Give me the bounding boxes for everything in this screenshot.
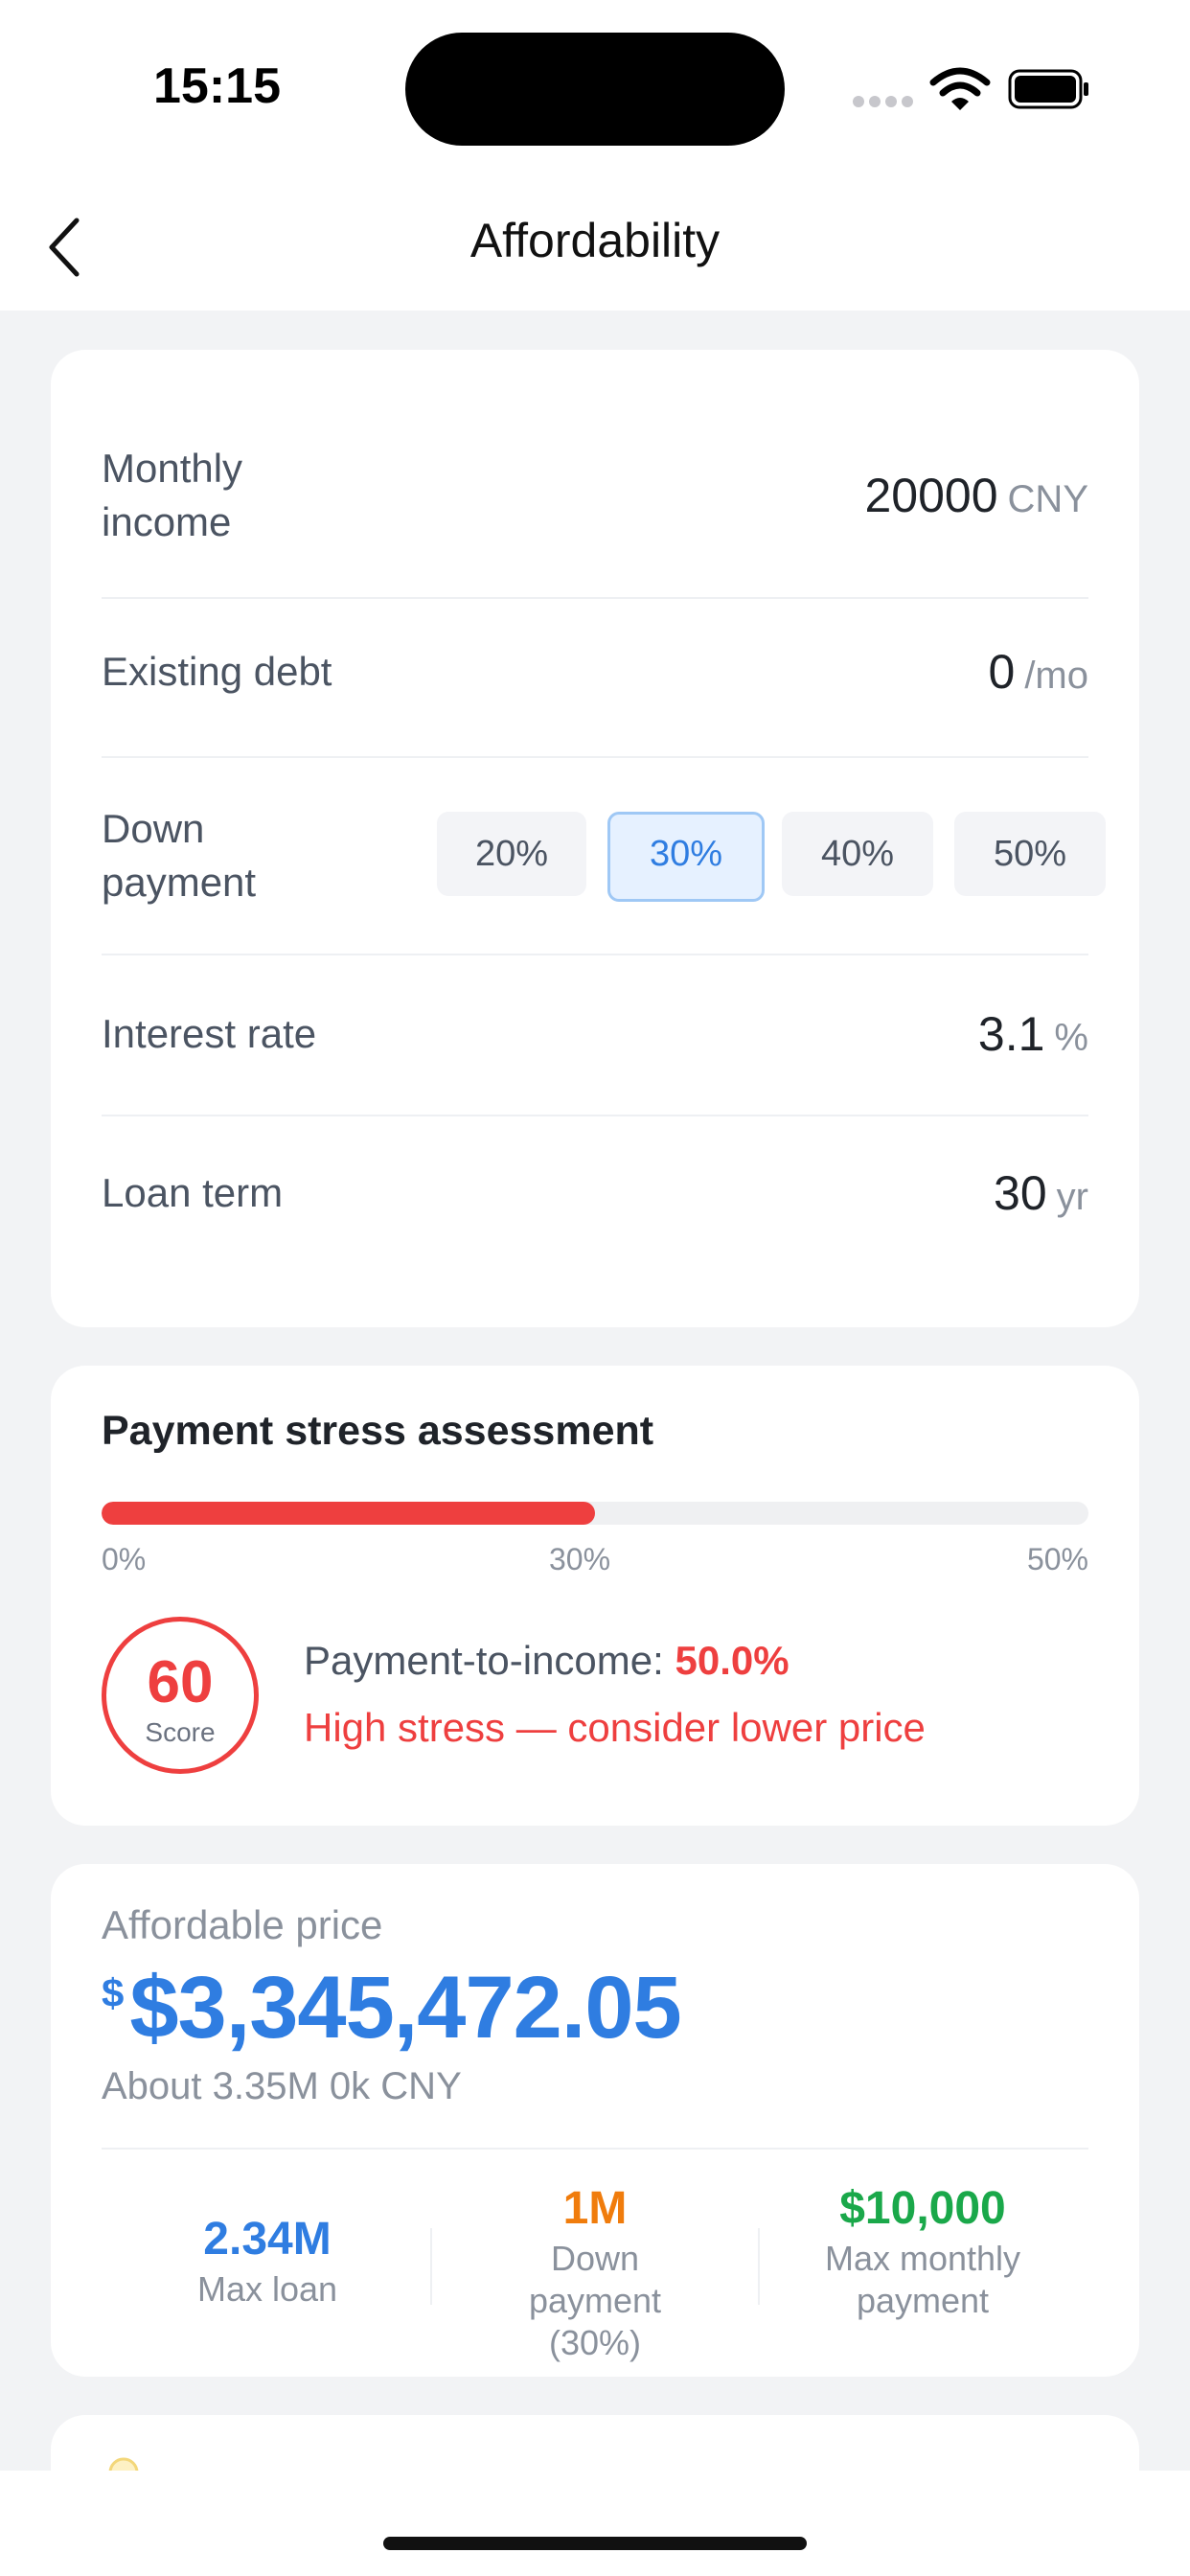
stat-label: Max monthly payment: [824, 2239, 1021, 2320]
stat-value: 1M: [562, 2183, 628, 2234]
wifi-icon: [929, 67, 991, 110]
stat-value: 2.34M: [203, 2214, 332, 2265]
monthly-income-number: 20000: [864, 469, 998, 522]
existing-debt-unit: /mo: [1024, 655, 1088, 697]
payment-to-income: Payment-to-income: 50.0%: [304, 1638, 790, 1684]
stat-max-loan: 2.34M Max loan: [103, 2211, 432, 2311]
stat-value: $10,000: [839, 2183, 1006, 2234]
row-loan-term[interactable]: Loan term 30 yr: [102, 1115, 1088, 1277]
monthly-income-label: Monthly income: [102, 446, 243, 544]
loan-term-number: 30: [994, 1166, 1047, 1220]
affordable-about: About 3.35M 0k CNY: [102, 2065, 462, 2107]
existing-debt-number: 0: [988, 645, 1016, 699]
stress-tick-0: 0%: [102, 1542, 147, 1576]
monthly-income-value[interactable]: 20000 CNY: [865, 469, 1089, 526]
pti-value: 50.0%: [675, 1638, 790, 1683]
row-interest-rate[interactable]: Interest rate 3.1%: [102, 954, 1088, 1116]
home-indicator-area: [0, 2471, 1190, 2576]
down-payment-option-40[interactable]: 40%: [782, 812, 933, 896]
dynamic-island: [405, 33, 785, 146]
score-value: 60: [147, 1649, 214, 1715]
stat-max-monthly: $10,000 Max monthly payment: [758, 2180, 1087, 2322]
existing-debt-value[interactable]: 0/mo: [989, 645, 1089, 702]
affordable-card: Affordable price $$3,345,472.05 About 3.…: [51, 1864, 1139, 2377]
currency-symbol: $: [102, 1970, 125, 2015]
affordable-price: $$3,345,472.05: [102, 1958, 682, 2058]
row-down-payment: Down payment 20% 30% 40% 50%: [102, 756, 1106, 955]
loan-term-unit: yr: [1056, 1176, 1088, 1218]
score-label: Score: [145, 1717, 216, 1747]
stress-tick-50: 50%: [1026, 1542, 1088, 1576]
loan-term-label: Loan term: [102, 1170, 284, 1215]
stress-card: Payment stress assessment 0% 30% 50% 60 …: [51, 1366, 1139, 1826]
score-badge: 60 Score: [102, 1617, 259, 1774]
down-payment-option-20[interactable]: 20%: [437, 812, 586, 896]
interest-rate-value[interactable]: 3.1%: [978, 1007, 1088, 1065]
pti-label: Payment-to-income:: [304, 1638, 664, 1683]
inputs-card: Monthly income 20000 CNY Existing debt 0/…: [51, 350, 1139, 1327]
existing-debt-label: Existing debt: [102, 649, 332, 694]
interest-rate-number: 3.1: [977, 1007, 1045, 1061]
affordable-price-value: $3,345,472.05: [129, 1959, 681, 2057]
cellular-signal-icon: [853, 96, 914, 107]
down-payment-option-50[interactable]: 50%: [954, 812, 1106, 896]
row-existing-debt[interactable]: Existing debt 0/mo: [102, 597, 1088, 758]
interest-rate-unit: %: [1054, 1017, 1088, 1059]
interest-rate-label: Interest rate: [102, 1011, 317, 1056]
battery-icon: [1008, 69, 1088, 109]
stress-message: High stress — consider lower price: [304, 1705, 926, 1750]
stress-title: Payment stress assessment: [102, 1408, 654, 1454]
home-indicator[interactable]: [383, 2537, 807, 2550]
down-payment-label: Down payment: [102, 806, 257, 905]
page-title: Affordability: [469, 214, 721, 267]
stress-progress-bar: [102, 1502, 1088, 1525]
stat-label: Down payment (30%): [528, 2239, 662, 2362]
status-time: 15:15: [153, 58, 281, 114]
monthly-income-unit: CNY: [1007, 478, 1088, 520]
divider: [102, 2148, 1088, 2150]
stat-label: Max loan: [196, 2269, 338, 2309]
down-payment-option-30[interactable]: 30%: [607, 812, 765, 902]
row-monthly-income[interactable]: Monthly income 20000 CNY: [102, 350, 1088, 599]
loan-term-value[interactable]: 30 yr: [994, 1166, 1088, 1224]
stress-progress-fill: [102, 1502, 595, 1525]
stress-tick-30: 30%: [549, 1542, 611, 1576]
stat-down-payment: 1M Down payment (30%): [430, 2180, 760, 2364]
affordable-label: Affordable price: [102, 1902, 383, 1947]
